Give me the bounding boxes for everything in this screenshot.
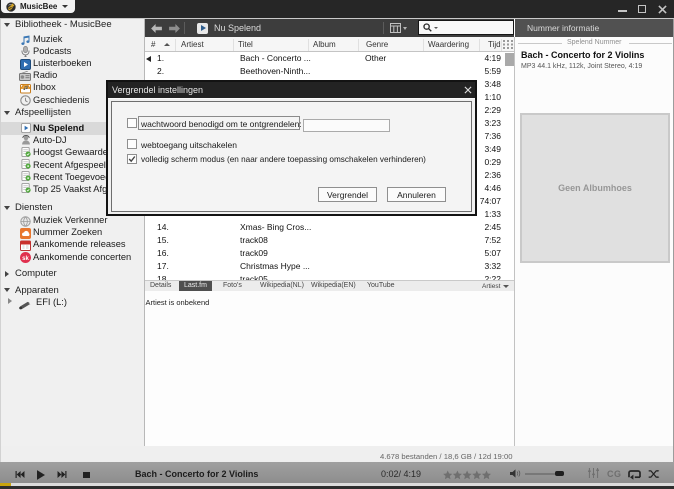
svg-text:sk: sk	[22, 256, 29, 262]
